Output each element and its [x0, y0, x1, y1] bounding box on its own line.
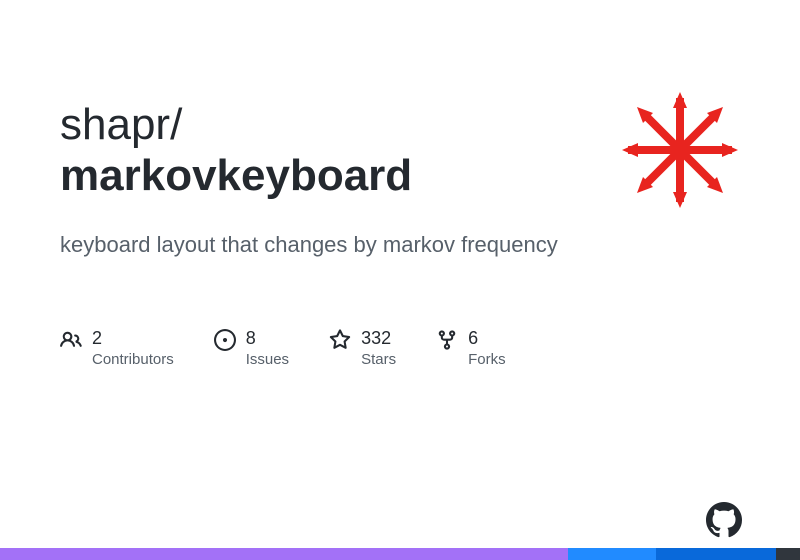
- forks-count: 6: [468, 328, 506, 349]
- issue-icon: [214, 329, 236, 351]
- star-icon: [329, 329, 351, 351]
- contributors-label: Contributors: [92, 351, 174, 368]
- stat-contributors[interactable]: 2 Contributors: [60, 328, 174, 368]
- fork-icon: [436, 329, 458, 351]
- stat-issues[interactable]: 8 Issues: [214, 328, 289, 368]
- stat-forks[interactable]: 6 Forks: [436, 328, 506, 368]
- repo-owner[interactable]: shapr: [60, 100, 170, 149]
- title-separator: /: [170, 100, 182, 149]
- github-logo-icon: [706, 502, 742, 538]
- stars-label: Stars: [361, 351, 396, 368]
- stats-row: 2 Contributors 8 Issues 332 Stars 6 Fork…: [60, 328, 740, 368]
- stars-count: 332: [361, 328, 396, 349]
- stat-stars[interactable]: 332 Stars: [329, 328, 396, 368]
- forks-label: Forks: [468, 351, 506, 368]
- issues-label: Issues: [246, 351, 289, 368]
- issues-count: 8: [246, 328, 289, 349]
- repo-avatar: [620, 90, 740, 210]
- people-icon: [60, 329, 82, 351]
- contributors-count: 2: [92, 328, 174, 349]
- repo-description: keyboard layout that changes by markov f…: [60, 232, 740, 258]
- repo-name[interactable]: markovkeyboard: [60, 151, 412, 202]
- language-color-bar: [0, 548, 800, 560]
- repo-title: shapr/ markovkeyboard: [60, 100, 412, 201]
